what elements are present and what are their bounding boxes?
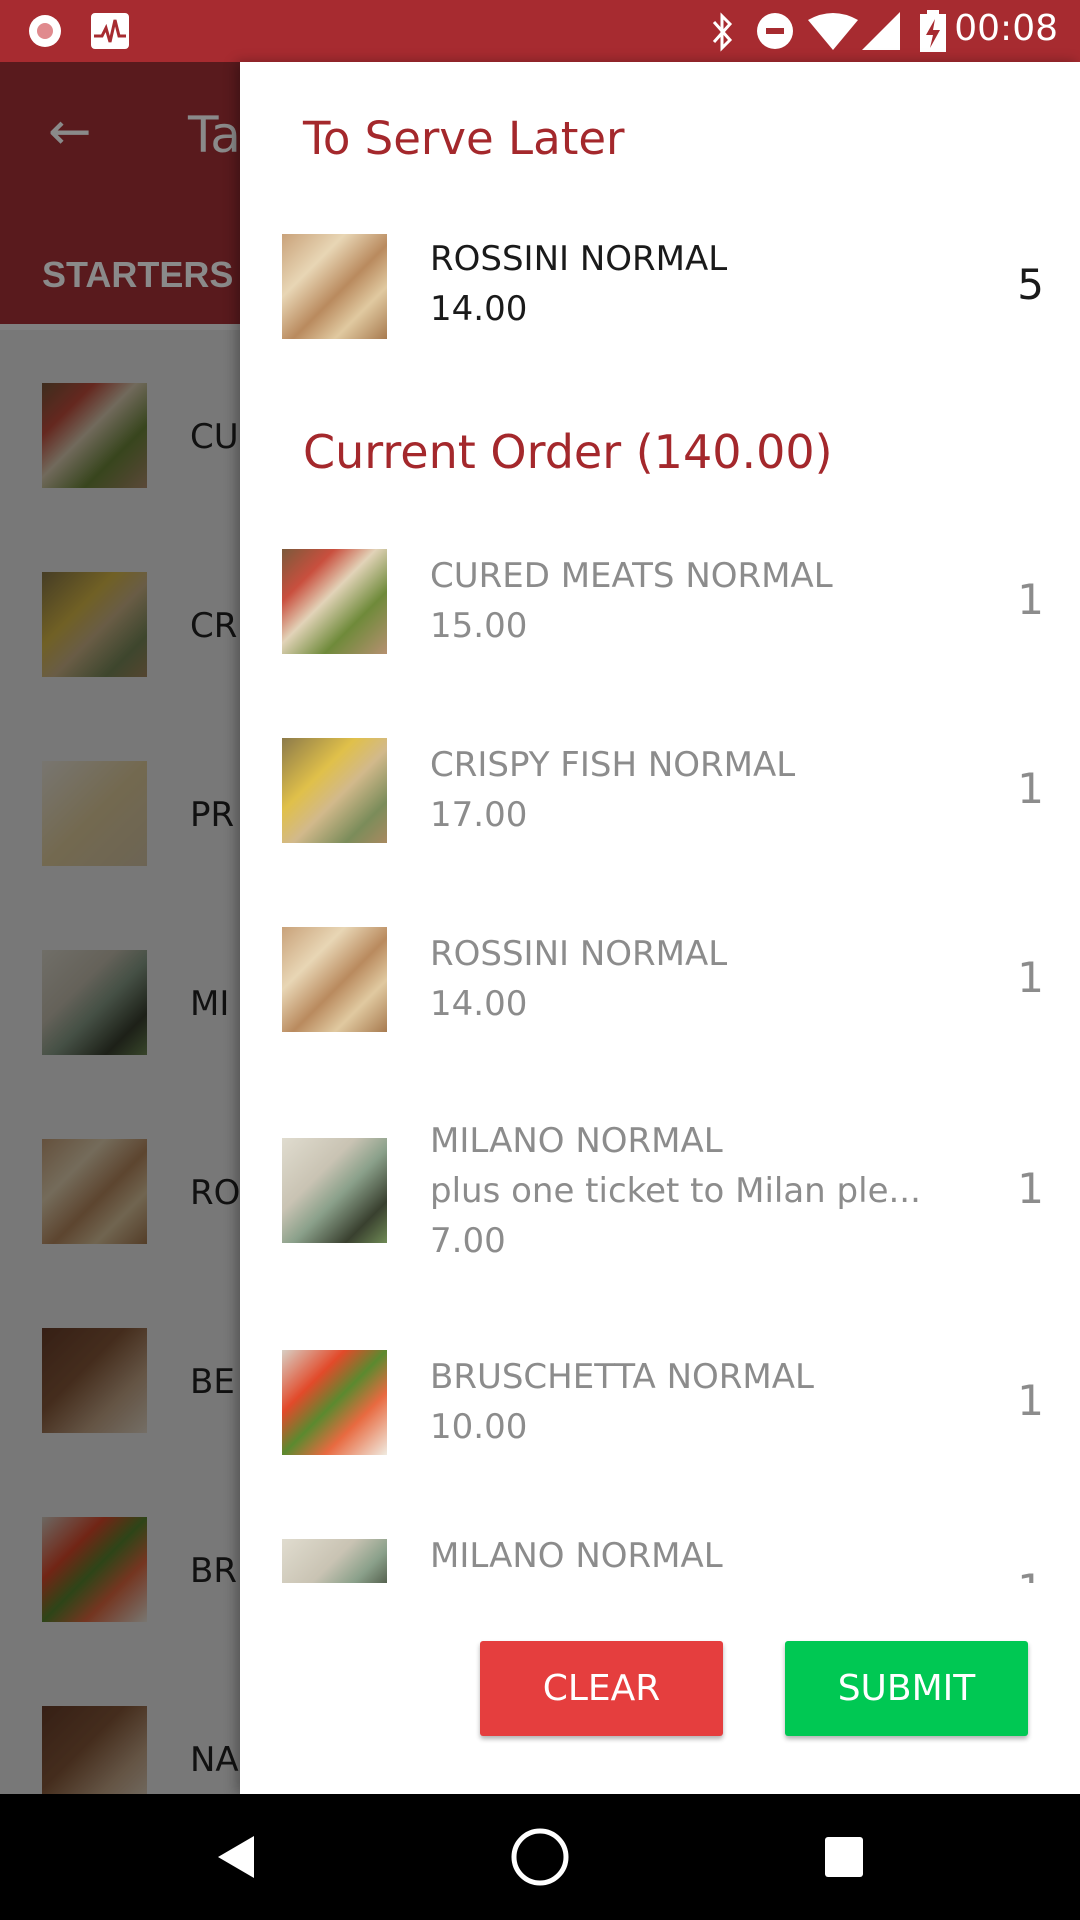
item-quantity: 1	[1017, 1376, 1044, 1425]
menu-item[interactable]: CU	[0, 383, 240, 572]
dish-thumbnail	[42, 1139, 147, 1244]
battery-charging-icon	[920, 10, 946, 52]
dish-thumbnail	[282, 234, 387, 339]
tab-indicator	[0, 324, 260, 330]
back-icon[interactable]	[216, 1834, 256, 1880]
menu-item-name: CR	[190, 606, 238, 646]
clock: 00:08	[954, 8, 1058, 49]
menu-item-name: CU	[190, 417, 239, 457]
item-quantity: 5	[1017, 260, 1044, 309]
dnd-icon	[757, 13, 793, 49]
item-name: ROSSINI NORMAL	[430, 934, 728, 974]
item-quantity: 1	[1017, 1164, 1044, 1213]
item-price: 10.00	[430, 1407, 528, 1447]
navigation-bar	[0, 1794, 1080, 1920]
status-bar: 00:08	[0, 0, 1080, 62]
item-note: plus one ticket to Milan ple...	[430, 1171, 921, 1211]
dish-thumbnail	[282, 549, 387, 654]
clear-button[interactable]: CLEAR	[480, 1641, 723, 1736]
tab-starters[interactable]: STARTERS	[42, 254, 233, 296]
signal-icon	[862, 12, 900, 50]
item-quantity: 1	[1017, 953, 1044, 1002]
dish-thumbnail	[282, 927, 387, 1032]
recents-icon[interactable]	[824, 1836, 864, 1878]
current-order-heading: Current Order (140.00)	[303, 425, 833, 479]
to-serve-later-heading: To Serve Later	[303, 112, 625, 165]
menu-item[interactable]: RO	[0, 1139, 240, 1328]
menu-item-name: MI	[190, 984, 230, 1024]
dish-thumbnail	[42, 761, 147, 866]
item-price: 7.00	[430, 1221, 506, 1261]
menu-item-name: NA	[190, 1740, 239, 1780]
dish-thumbnail	[42, 572, 147, 677]
item-name: MILANO NORMAL	[430, 1536, 723, 1576]
dish-thumbnail	[282, 1350, 387, 1455]
menu-item[interactable]: BR	[0, 1517, 240, 1706]
item-quantity: 1	[1017, 1565, 1044, 1583]
home-icon[interactable]	[510, 1827, 570, 1887]
item-name: CRISPY FISH NORMAL	[430, 745, 796, 785]
dish-thumbnail	[42, 1517, 147, 1622]
back-arrow-icon[interactable]: ←	[48, 102, 92, 162]
order-drawer: To Serve Later ROSSINI NORMAL 14.00 5 Cur…	[240, 62, 1080, 1794]
item-name: BRUSCHETTA NORMAL	[430, 1357, 814, 1397]
wifi-icon	[808, 13, 858, 50]
submit-button[interactable]: SUBMIT	[785, 1641, 1028, 1736]
record-icon	[29, 15, 61, 47]
dish-thumbnail	[42, 950, 147, 1055]
item-name: CURED MEATS NORMAL	[430, 556, 833, 596]
item-quantity: 1	[1017, 575, 1044, 624]
menu-item[interactable]: BE	[0, 1328, 240, 1517]
menu-item-name: BR	[190, 1551, 237, 1591]
dish-thumbnail	[282, 1539, 387, 1583]
item-price: 15.00	[430, 606, 528, 646]
later-item[interactable]: ROSSINI NORMAL 14.00 5	[240, 234, 1080, 354]
item-price: 17.00	[430, 795, 528, 835]
item-quantity: 1	[1017, 764, 1044, 813]
menu-item-name: RO	[190, 1173, 241, 1213]
dish-thumbnail	[42, 1328, 147, 1433]
menu-item-name: PR	[190, 795, 235, 835]
item-name: ROSSINI NORMAL	[430, 239, 728, 279]
pulse-app-icon	[91, 13, 129, 49]
screen-title: Ta	[188, 106, 241, 164]
dish-thumbnail	[282, 738, 387, 843]
item-price: 14.00	[430, 984, 528, 1024]
item-price: 14.00	[430, 289, 528, 329]
current-order-list[interactable]: CURED MEATS NORMAL 15.00 1 CRISPY FISH NO…	[240, 520, 1080, 1583]
menu-item[interactable]: MI	[0, 950, 240, 1139]
bluetooth-icon	[712, 12, 733, 52]
menu-item[interactable]: CR	[0, 572, 240, 761]
dish-thumbnail	[42, 383, 147, 488]
menu-item[interactable]: PR	[0, 761, 240, 950]
item-name: MILANO NORMAL	[430, 1121, 723, 1161]
menu-item-name: BE	[190, 1362, 235, 1402]
dish-thumbnail	[282, 1138, 387, 1243]
